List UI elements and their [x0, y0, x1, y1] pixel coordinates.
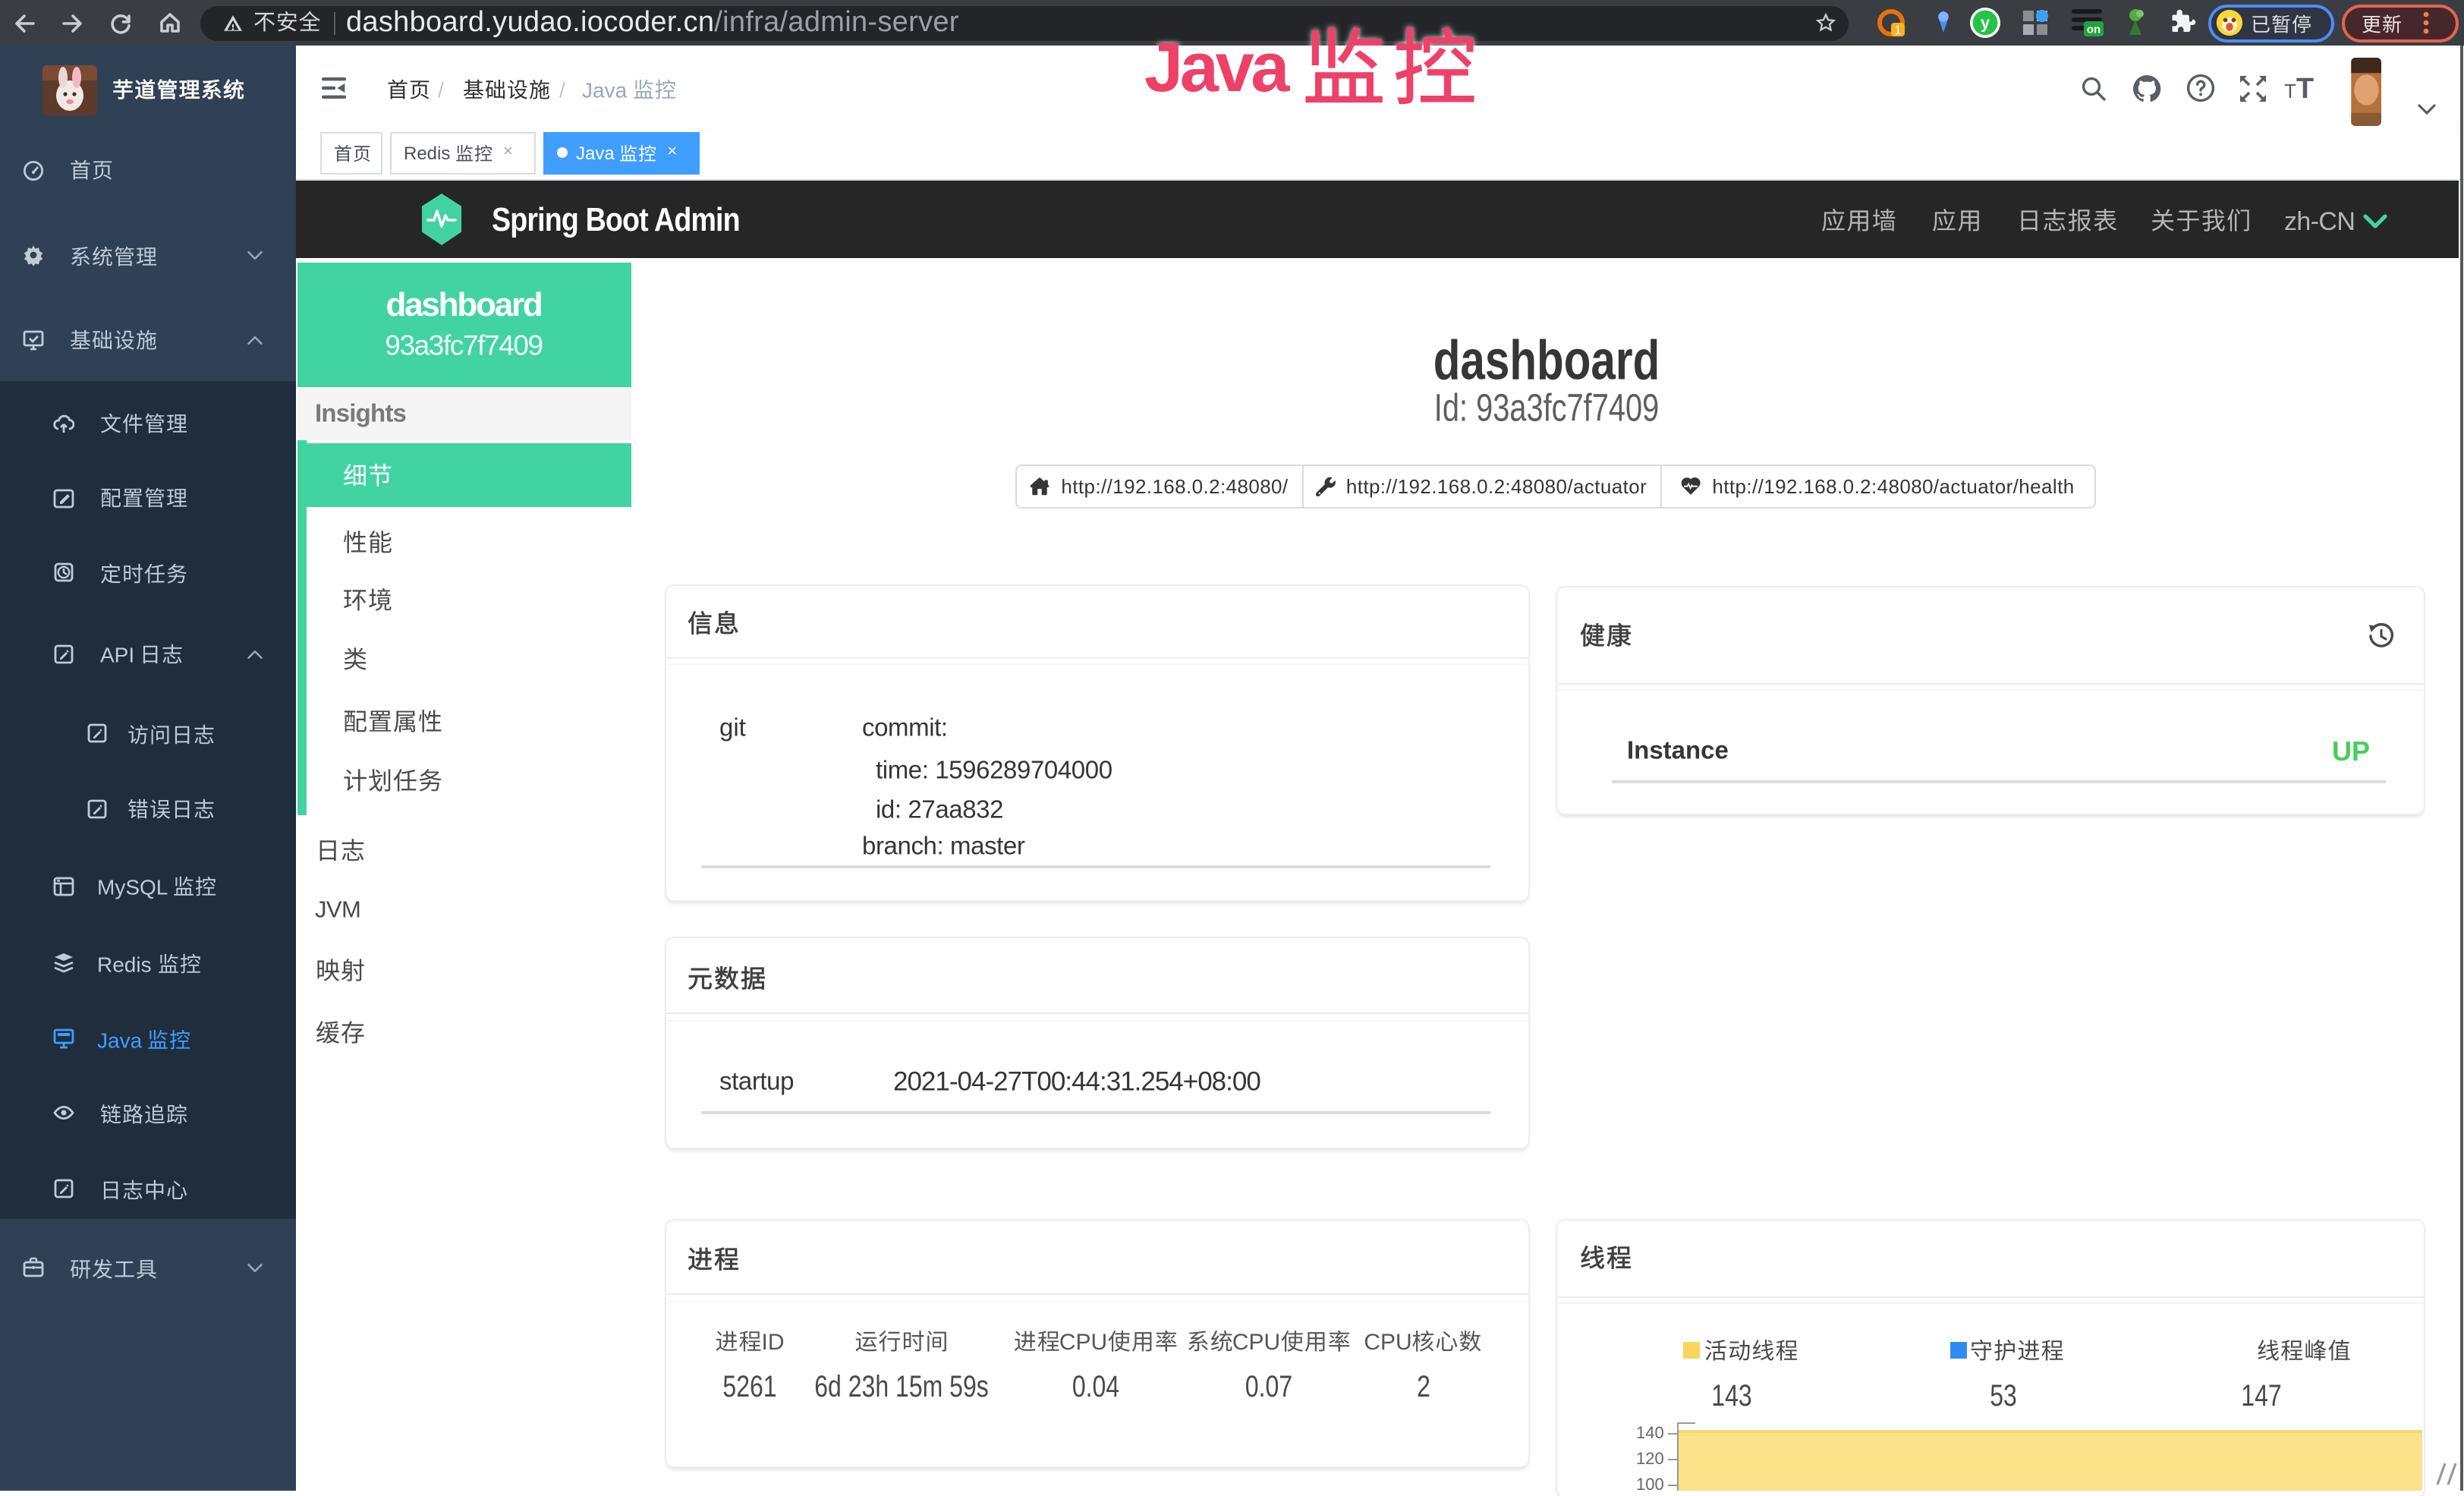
svg-text:on: on — [2087, 24, 2101, 36]
svg-text:y: y — [1981, 14, 1990, 33]
svg-text:1: 1 — [1895, 24, 1902, 37]
